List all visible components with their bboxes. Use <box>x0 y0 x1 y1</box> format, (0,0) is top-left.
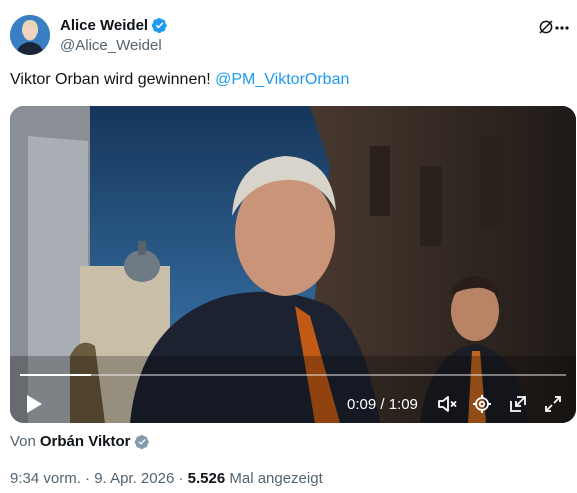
meta-separator: · <box>174 470 188 487</box>
views-count: 5.526 <box>187 470 226 487</box>
progress-bar[interactable] <box>20 374 566 376</box>
verified-badge-icon <box>151 17 167 33</box>
views-label: Mal angezeigt <box>225 470 323 487</box>
video-controls: 0:09 / 1:09 <box>10 367 576 423</box>
tweet-date[interactable]: 9. Apr. 2026 <box>94 470 174 487</box>
author-display-name[interactable]: Alice Weidel <box>60 17 148 34</box>
grok-icon[interactable] <box>537 18 555 36</box>
tweet-text: Viktor Orban wird gewinnen! @PM_ViktorOr… <box>10 70 349 90</box>
minimize-icon[interactable] <box>508 394 528 414</box>
mention-link[interactable]: @PM_ViktorOrban <box>215 71 349 88</box>
avatar[interactable] <box>10 15 50 55</box>
attribution-prefix: Von <box>10 433 36 450</box>
video-attribution: Von Orbán Viktor <box>10 433 150 450</box>
mute-icon[interactable] <box>437 394 457 414</box>
play-icon[interactable] <box>24 393 44 415</box>
meta-separator: · <box>80 470 95 487</box>
tweet-body: Viktor Orban wird gewinnen! <box>10 71 216 88</box>
author-handle[interactable]: @Alice_Weidel <box>60 37 168 54</box>
video-player[interactable]: 0:09 / 1:09 <box>10 106 576 423</box>
tweet-header: Alice Weidel @Alice_Weidel <box>10 12 569 58</box>
more-icon[interactable] <box>555 21 569 35</box>
tweet-meta: 9:34 vorm. · 9. Apr. 2026 · 5.526 Mal an… <box>10 470 323 487</box>
attribution-author[interactable]: Orbán Viktor <box>40 433 131 450</box>
video-time: 0:09 / 1:09 <box>347 396 418 413</box>
settings-icon[interactable] <box>472 394 492 414</box>
progress-fill <box>20 374 91 376</box>
fullscreen-icon[interactable] <box>543 394 563 414</box>
tweet-time[interactable]: 9:34 vorm. <box>10 470 81 487</box>
grey-verified-badge-icon <box>135 434 150 449</box>
author-names: Alice Weidel @Alice_Weidel <box>60 15 168 54</box>
